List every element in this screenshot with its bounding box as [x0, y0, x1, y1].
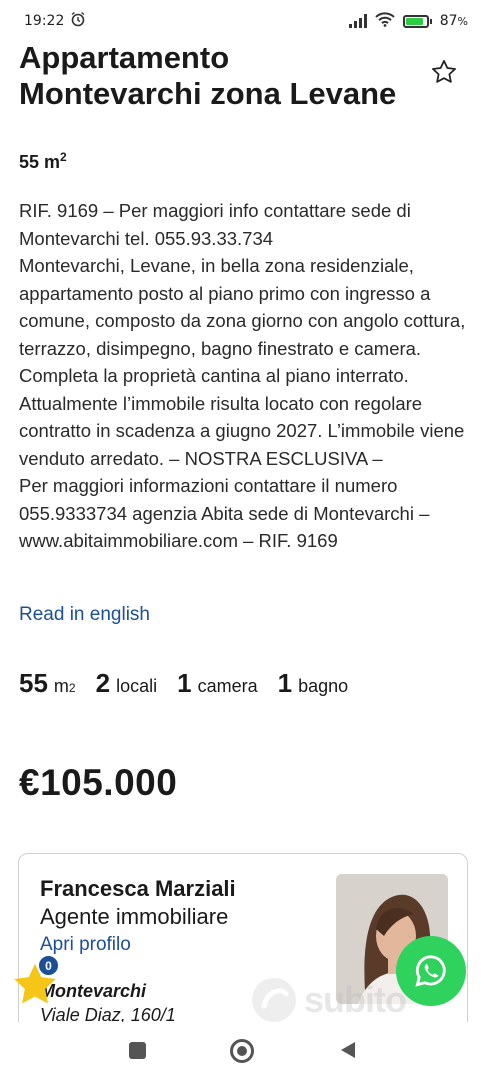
listing-title-bold: Appartamento Montevarchi: [19, 40, 230, 111]
agent-role: Agente immobiliare: [40, 904, 229, 929]
recent-apps-button[interactable]: [129, 1042, 146, 1059]
stat-locali: 2 locali: [95, 668, 158, 698]
listing-description: RIF. 9169 – Per maggiori info contattare…: [19, 197, 469, 555]
listing-title: Appartamento Montevarchi zona Levane: [19, 40, 419, 112]
favorites-count-badge: 0: [38, 955, 59, 976]
battery-percent: 87%: [439, 13, 468, 29]
agent-name: Francesca Marziali: [40, 876, 236, 901]
stat-bagno: 1 bagno: [277, 668, 349, 698]
read-in-english-link[interactable]: Read in english: [19, 604, 150, 626]
status-icons: 87%: [348, 11, 468, 31]
stat-camera: 1 camera: [177, 668, 258, 698]
alarm-icon: [70, 11, 86, 31]
home-button[interactable]: [230, 1039, 254, 1063]
whatsapp-button[interactable]: [390, 934, 476, 1010]
back-button[interactable]: [339, 1040, 357, 1065]
listing-price: €105.000: [19, 762, 178, 803]
status-time: 19:22: [24, 13, 65, 29]
listing-area: 55 m2: [19, 150, 67, 172]
description-paragraph: Per maggiori informazioni contattare il …: [19, 475, 430, 551]
open-profile-link[interactable]: Apri profilo: [40, 934, 131, 956]
wifi-icon: [375, 11, 395, 31]
favorite-star-icon[interactable]: [430, 58, 458, 86]
system-nav-bar: [0, 1022, 486, 1080]
battery-icon: [402, 14, 432, 28]
signal-icon: [348, 14, 367, 28]
listing-stats: 55 m 2 2 locali 1 camera 1 bagno: [19, 668, 368, 699]
stat-area: 55 m 2: [19, 668, 76, 698]
description-paragraph: RIF. 9169 – Per maggiori info contattare…: [19, 200, 411, 249]
description-paragraph: Montevarchi, Levane, in bella zona resid…: [19, 255, 466, 469]
whatsapp-icon: [396, 936, 466, 1006]
listing-title-rest: zona Levane: [201, 76, 397, 111]
status-bar: 19:22 87%: [0, 0, 486, 42]
